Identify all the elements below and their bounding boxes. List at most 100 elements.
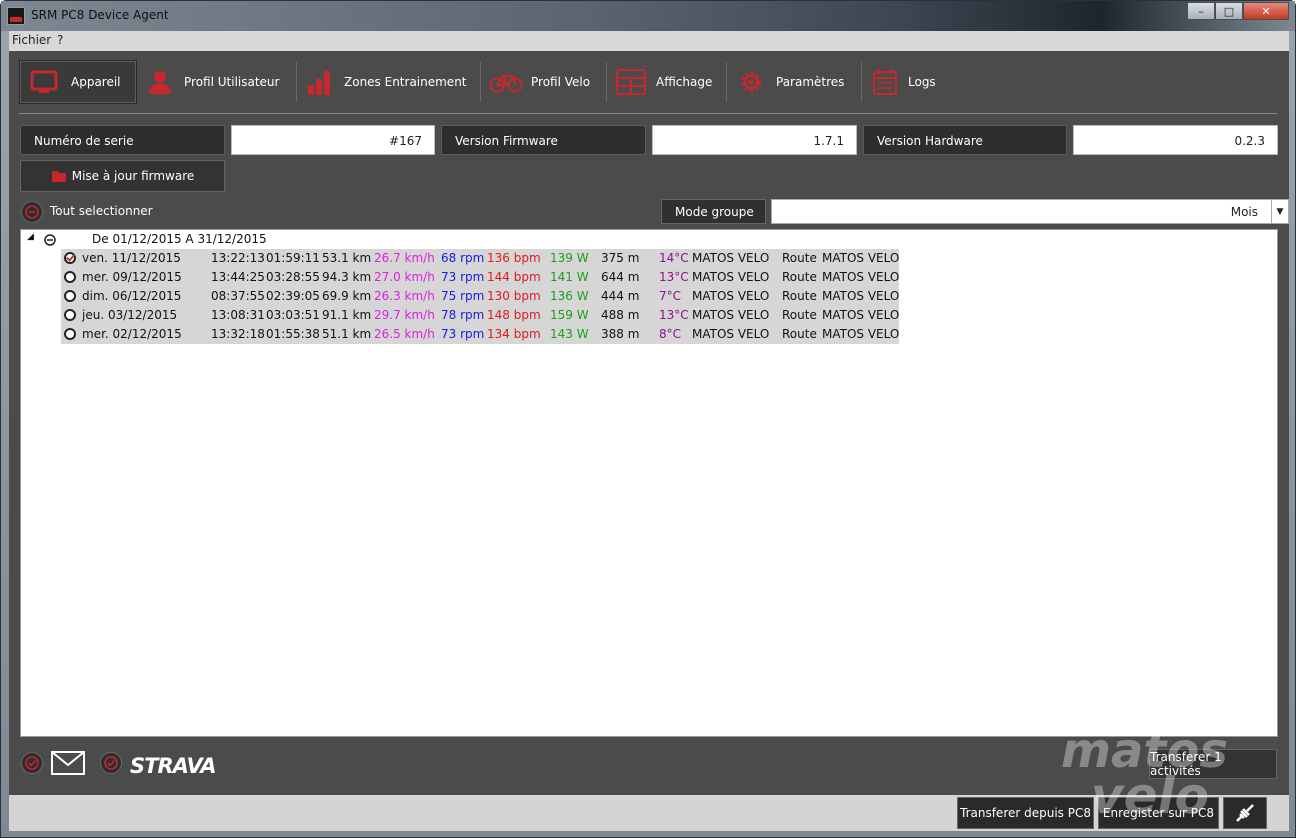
row-duration: 03:03:51 bbox=[266, 308, 320, 322]
activity-row[interactable]: mer. 02/12/2015 13:32:18 01:55:38 51.1 km 26… bbox=[61, 325, 899, 344]
gear-icon bbox=[741, 72, 761, 92]
save-to-pc8-button[interactable]: Enregister sur PC8 bbox=[1098, 797, 1219, 829]
tab-label: Zones Entrainement bbox=[344, 75, 467, 89]
envelope-icon bbox=[51, 751, 85, 775]
tab-parametres[interactable]: Paramètres bbox=[729, 60, 859, 104]
row-checkbox[interactable] bbox=[64, 252, 76, 264]
tab-label: Logs bbox=[908, 75, 936, 89]
email-checkbox[interactable] bbox=[21, 752, 43, 774]
plug-icon bbox=[1236, 804, 1254, 822]
monitor-icon bbox=[30, 70, 58, 93]
row-type: Route bbox=[782, 270, 817, 284]
row-date: ven. 11/12/2015 bbox=[82, 251, 181, 265]
tab-affichage[interactable]: Affichage bbox=[609, 60, 724, 104]
checkmark-icon bbox=[104, 756, 118, 770]
row-date: dim. 06/12/2015 bbox=[82, 289, 182, 303]
folder-icon bbox=[51, 171, 66, 182]
activity-row[interactable]: jeu. 03/12/2015 13:08:31 03:03:51 91.1 km 29… bbox=[61, 306, 899, 325]
app-logo-icon bbox=[7, 7, 25, 25]
tab-zones-entrainement[interactable]: Zones Entrainement bbox=[299, 60, 479, 104]
row-temperature: 13°C bbox=[659, 270, 689, 284]
connection-button[interactable] bbox=[1223, 797, 1267, 829]
tab-label: Affichage bbox=[656, 75, 713, 89]
row-distance: 94.3 km bbox=[322, 270, 372, 284]
row-checkbox[interactable] bbox=[64, 290, 76, 302]
row-speed: 29.7 km/h bbox=[374, 308, 435, 322]
group-mode-select[interactable]: Mois ▼ bbox=[771, 199, 1289, 224]
activity-row[interactable]: ven. 11/12/2015 13:22:13 01:59:11 53.1 km 26… bbox=[61, 249, 899, 268]
tab-profil-velo[interactable]: Profil Velo bbox=[483, 60, 603, 104]
row-distance: 69.9 km bbox=[322, 289, 372, 303]
activity-row[interactable]: mer. 09/12/2015 13:44:25 03:28:55 94.3 km 27… bbox=[61, 268, 899, 287]
calendar-icon bbox=[873, 69, 897, 95]
menu-fichier[interactable]: Fichier bbox=[12, 33, 51, 47]
row-power: 139 W bbox=[550, 251, 589, 265]
row-power: 159 W bbox=[550, 308, 589, 322]
row-start-time: 13:08:31 bbox=[211, 308, 265, 322]
maximize-button[interactable]: □ bbox=[1215, 2, 1243, 20]
row-checkbox[interactable] bbox=[64, 309, 76, 321]
transfer-activities-button[interactable]: Transferer 1 activités bbox=[1149, 749, 1277, 779]
menu-help[interactable]: ? bbox=[57, 33, 63, 47]
firmware-label: Version Firmware bbox=[441, 125, 646, 155]
row-duration: 01:59:11 bbox=[266, 251, 320, 265]
strava-checkbox[interactable] bbox=[100, 752, 122, 774]
group-title: De 01/12/2015 A 31/12/2015 bbox=[92, 232, 267, 246]
bicycle-icon bbox=[489, 75, 523, 93]
collapse-arrow-icon[interactable]: ◢ bbox=[27, 232, 34, 242]
tab-bar: Appareil Profil Utilisateur Zones Entrai… bbox=[19, 60, 1279, 104]
select-all-label[interactable]: Tout selectionner bbox=[50, 204, 153, 218]
row-power: 141 W bbox=[550, 270, 589, 284]
row-heart-rate: 130 bpm bbox=[487, 289, 541, 303]
row-name: MATOS VELO bbox=[822, 289, 900, 303]
row-bike: MATOS VELO bbox=[692, 308, 770, 322]
row-name: MATOS VELO bbox=[822, 270, 900, 284]
row-bike: MATOS VELO bbox=[692, 327, 770, 341]
row-elevation: 375 m bbox=[601, 251, 640, 265]
tab-profil-utilisateur[interactable]: Profil Utilisateur bbox=[139, 60, 294, 104]
row-start-time: 08:37:55 bbox=[211, 289, 265, 303]
bar-chart-icon bbox=[308, 71, 330, 95]
row-heart-rate: 148 bpm bbox=[487, 308, 541, 322]
row-elevation: 444 m bbox=[601, 289, 640, 303]
activity-list: ◢ De 01/12/2015 A 31/12/2015 ven. 11/12/… bbox=[20, 229, 1278, 737]
activity-row[interactable]: dim. 06/12/2015 08:37:55 02:39:05 69.9 km 26… bbox=[61, 287, 899, 306]
row-start-time: 13:22:13 bbox=[211, 251, 265, 265]
tab-label: Profil Velo bbox=[531, 75, 591, 89]
row-cadence: 73 rpm bbox=[441, 327, 485, 341]
tab-logs[interactable]: Logs bbox=[864, 60, 954, 104]
tab-appareil[interactable]: Appareil bbox=[19, 60, 137, 104]
row-date: mer. 02/12/2015 bbox=[82, 327, 182, 341]
row-speed: 26.5 km/h bbox=[374, 327, 435, 341]
group-select-icon[interactable] bbox=[44, 234, 56, 246]
row-date: jeu. 03/12/2015 bbox=[82, 308, 178, 322]
firmware-update-label: Mise à jour firmware bbox=[71, 169, 195, 183]
app-window: SRM PC8 Device Agent – □ ✕ Fichier ? App… bbox=[0, 0, 1296, 838]
row-distance: 91.1 km bbox=[322, 308, 372, 322]
tab-divider bbox=[861, 62, 862, 102]
select-all-checkbox[interactable] bbox=[21, 201, 43, 223]
firmware-update-button[interactable]: Mise à jour firmware bbox=[20, 160, 225, 192]
row-bike: MATOS VELO bbox=[692, 251, 770, 265]
footer-bar: STRAVA Transferer 1 activités bbox=[9, 737, 1289, 795]
display-icon bbox=[616, 69, 646, 95]
transfer-from-pc8-button[interactable]: Transferer depuis PC8 bbox=[957, 797, 1094, 829]
serial-value: #167 bbox=[231, 125, 435, 155]
row-distance: 51.1 km bbox=[322, 327, 372, 341]
row-speed: 26.7 km/h bbox=[374, 251, 435, 265]
close-button[interactable]: ✕ bbox=[1243, 2, 1289, 20]
minimize-button[interactable]: – bbox=[1187, 2, 1215, 20]
row-speed: 27.0 km/h bbox=[374, 270, 435, 284]
row-checkbox[interactable] bbox=[64, 328, 76, 340]
row-elevation: 488 m bbox=[601, 308, 640, 322]
row-temperature: 7°C bbox=[659, 289, 682, 303]
row-duration: 03:28:55 bbox=[266, 270, 320, 284]
row-date: mer. 09/12/2015 bbox=[82, 270, 182, 284]
row-cadence: 68 rpm bbox=[441, 251, 485, 265]
select-all-icon bbox=[25, 205, 39, 219]
row-checkbox[interactable] bbox=[64, 271, 76, 283]
chevron-down-icon[interactable]: ▼ bbox=[1271, 200, 1288, 223]
row-cadence: 75 rpm bbox=[441, 289, 485, 303]
row-power: 136 W bbox=[550, 289, 589, 303]
row-bike: MATOS VELO bbox=[692, 289, 770, 303]
